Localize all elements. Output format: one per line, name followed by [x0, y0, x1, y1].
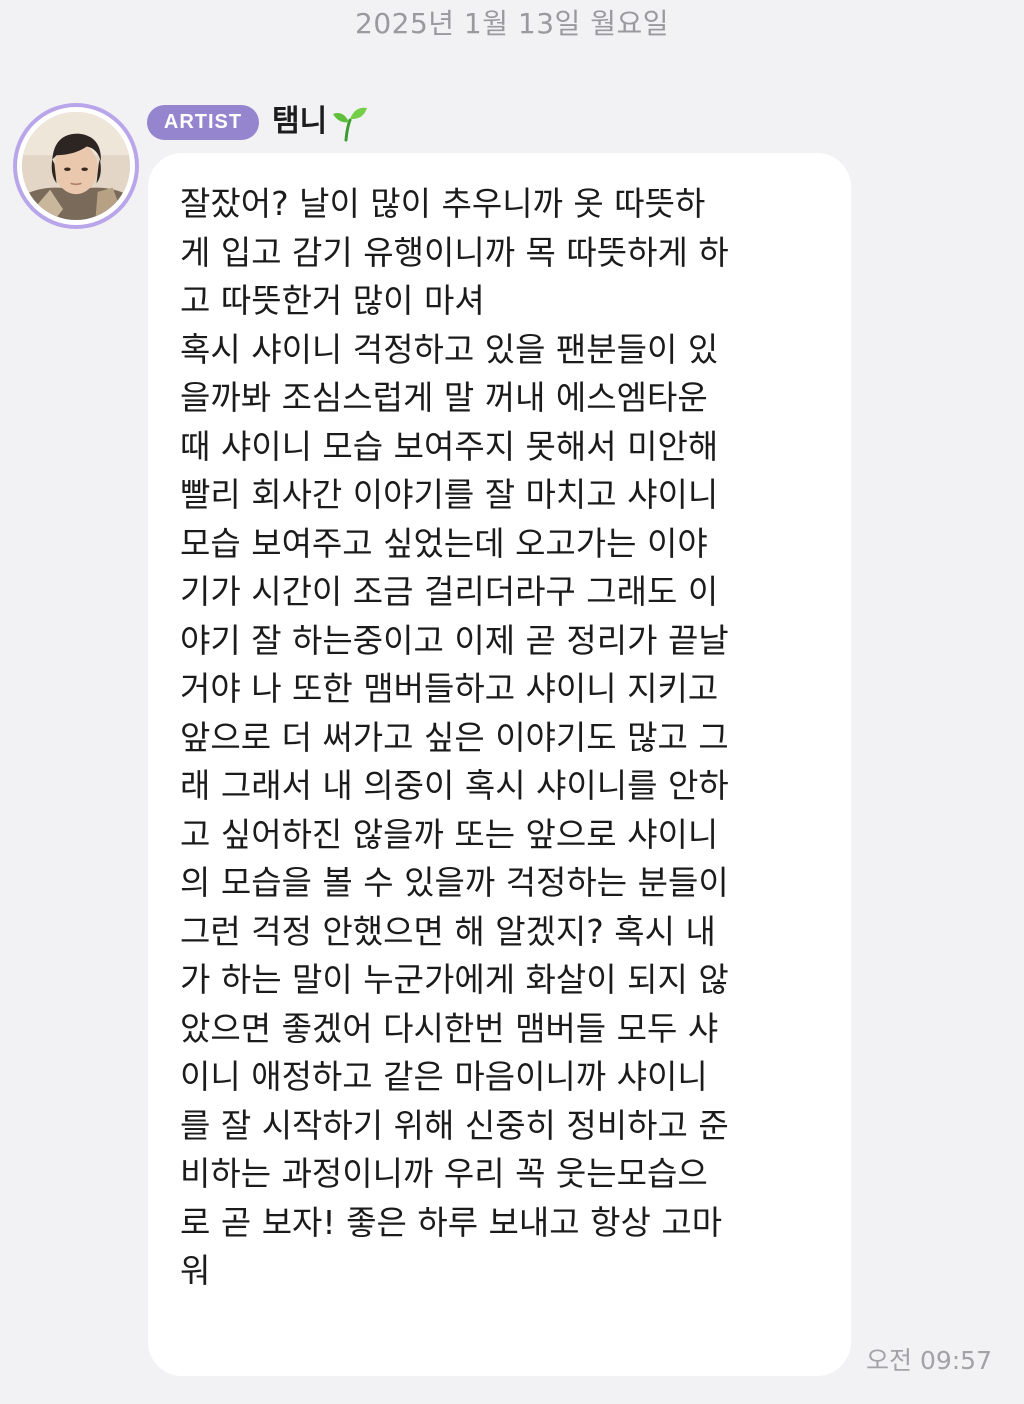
- message-line: 비하는 과정이니까 우리 꼭 웃는모습으: [180, 1154, 708, 1193]
- sender-name[interactable]: 탬니: [272, 100, 327, 144]
- profile-photo-icon: [22, 112, 130, 220]
- message-line: 를 잘 시작하기 위해 신중히 정비하고 준: [180, 1105, 729, 1145]
- message-line: 야기 잘 하는중이고 이제 곧 정리가 끝날: [180, 620, 729, 660]
- message-line: 의 모습을 볼 수 있을까 걱정하는 분들이: [180, 863, 729, 902]
- message-line: 고 싶어하진 않을까 또는 앞으로 샤이니: [180, 814, 719, 854]
- message-line: 빨리 회사간 이야기를 잘 마치고 샤이니: [180, 475, 719, 514]
- message-line: 게 입고 감기 유행이니까 목 따뜻하게 하: [180, 232, 729, 272]
- avatar[interactable]: [13, 103, 139, 229]
- seedling-icon: [329, 100, 369, 144]
- message-line: 가 하는 말이 누군가에게 화살이 되지 않: [180, 960, 729, 999]
- message-line: 모습 보여주고 싶었는데 오고가는 이야: [180, 523, 708, 563]
- message-line: 혹시 샤이니 걱정하고 있을 팬분들이 있: [180, 329, 719, 369]
- date-separator: 2025년 1월 13일 월요일: [355, 7, 669, 40]
- message-line: 을까봐 조심스럽게 말 꺼내 에스엠타운: [180, 378, 708, 417]
- message-line: 래 그래서 내 의중이 혹시 샤이니를 안하: [180, 766, 729, 805]
- message-line: 때 샤이니 모습 보여주지 못해서 미안해: [180, 426, 719, 466]
- message-line: 거야 나 또한 맴버들하고 샤이니 지키고: [180, 669, 719, 708]
- avatar-photo: [22, 112, 130, 220]
- message-line: 이니 애정하고 같은 마음이니까 샤이니: [180, 1057, 708, 1096]
- message-line: 워: [180, 1251, 211, 1290]
- message-line: 앞으로 더 써가고 싶은 이야기도 많고 그: [180, 717, 729, 757]
- avatar-ring: [17, 107, 135, 225]
- sender-header: 탬니: [272, 100, 369, 144]
- artist-badge: ARTIST: [147, 105, 259, 140]
- message-text: 잘잤어? 날이 많이 추우니까 옷 따뜻하게 입고 감기 유행이니까 목 따뜻하…: [180, 180, 833, 1296]
- message-timestamp: 오전 09:57: [866, 1346, 992, 1375]
- message-line: 기가 시간이 조금 걸리더라구 그래도 이: [180, 572, 719, 611]
- message-line: 고 따뜻한거 많이 마셔: [180, 281, 485, 320]
- message-line: 았으면 좋겠어 다시한번 맴버들 모두 샤: [180, 1008, 719, 1048]
- message-line: 잘잤어? 날이 많이 추우니까 옷 따뜻하: [180, 184, 706, 223]
- message-line: 로 곧 보자! 좋은 하루 보내고 항상 고마: [180, 1202, 723, 1242]
- message-line: 그런 걱정 안했으면 해 알겠지? 혹시 내: [180, 911, 716, 951]
- message-bubble[interactable]: 잘잤어? 날이 많이 추우니까 옷 따뜻하게 입고 감기 유행이니까 목 따뜻하…: [148, 153, 851, 1376]
